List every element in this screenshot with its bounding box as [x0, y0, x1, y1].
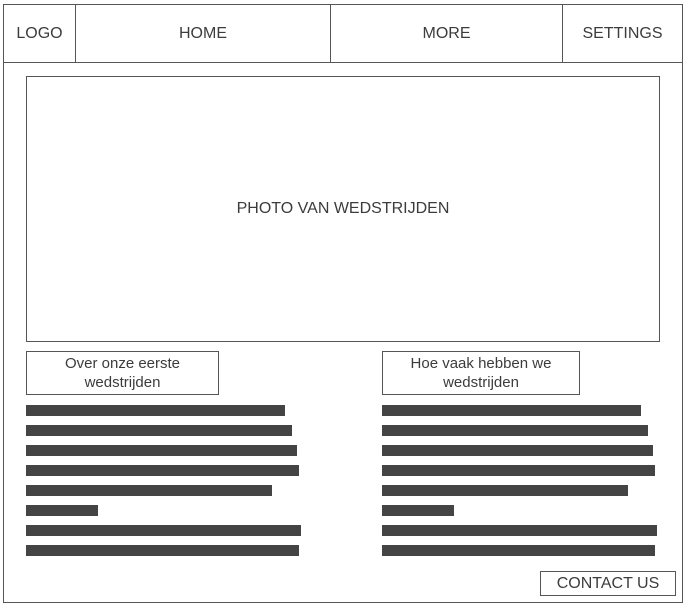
contact-us-button[interactable]: CONTACT US [540, 571, 676, 596]
text-placeholder-line [26, 465, 299, 476]
text-placeholder-line [26, 505, 98, 516]
top-navigation: LOGO HOME MORE SETTINGS [3, 4, 683, 63]
section-heading-left: Over onze eerste wedstrijden [26, 351, 219, 395]
text-placeholder-line [382, 425, 648, 436]
text-placeholder-line [382, 525, 657, 536]
text-placeholder-line [26, 545, 299, 556]
text-placeholder-line [382, 505, 454, 516]
hero-photo-label: PHOTO VAN WEDSTRIJDEN [236, 200, 450, 217]
nav-item-home[interactable]: HOME [76, 5, 331, 62]
text-placeholder-line [382, 405, 641, 416]
text-placeholder-line [382, 545, 655, 556]
nav-item-settings[interactable]: SETTINGS [563, 5, 682, 62]
text-placeholder-line [26, 425, 292, 436]
hero-photo-placeholder: PHOTO VAN WEDSTRIJDEN [26, 76, 660, 342]
text-placeholder-line [382, 465, 655, 476]
text-placeholder-line [382, 445, 653, 456]
section-heading-right: Hoe vaak hebben we wedstrijden [382, 351, 580, 395]
nav-item-more[interactable]: MORE [331, 5, 563, 62]
text-placeholder-line [26, 405, 285, 416]
text-placeholder-line [382, 485, 628, 496]
logo[interactable]: LOGO [4, 5, 76, 62]
text-placeholder-line [26, 525, 301, 536]
text-placeholder-line [26, 485, 272, 496]
text-placeholder-line [26, 445, 297, 456]
